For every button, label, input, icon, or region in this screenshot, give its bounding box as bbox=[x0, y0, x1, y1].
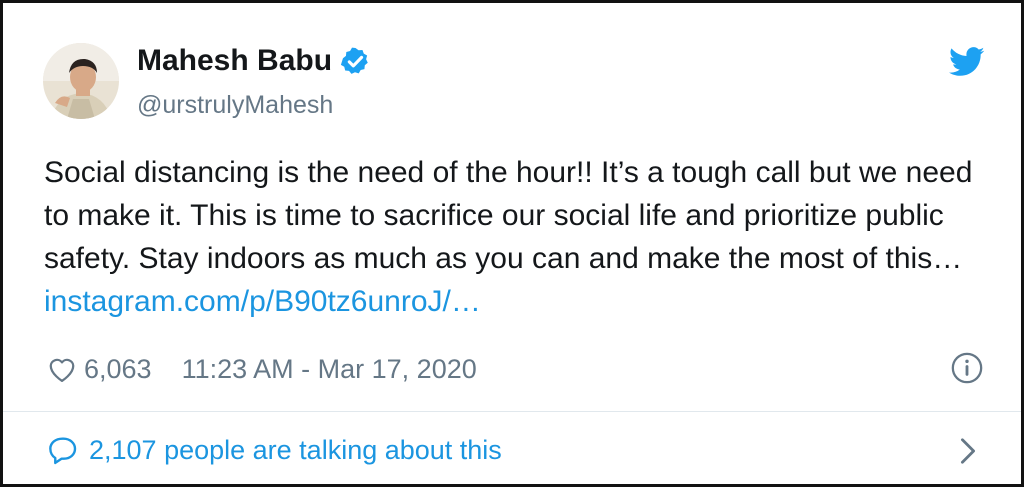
tweet-meta: 6,063 11:23 AM - Mar 17, 2020 bbox=[47, 353, 477, 385]
author-name-row[interactable]: Mahesh Babu bbox=[137, 44, 371, 78]
heart-icon[interactable] bbox=[47, 355, 77, 383]
verified-badge-icon bbox=[340, 46, 371, 77]
tweet-embed-card: Mahesh Babu @urstrulyMahesh Social dista… bbox=[0, 0, 1024, 487]
avatar-photo bbox=[43, 43, 119, 119]
conversation-link[interactable]: 2,107 people are talking about this bbox=[47, 433, 502, 467]
chevron-right-icon[interactable] bbox=[958, 437, 978, 465]
info-icon[interactable] bbox=[950, 351, 984, 385]
tweet-timestamp[interactable]: 11:23 AM - Mar 17, 2020 bbox=[182, 354, 477, 385]
conversation-label[interactable]: 2,107 people are talking about this bbox=[89, 435, 502, 466]
avatar[interactable] bbox=[43, 43, 119, 119]
tweet-body: Social distancing is the need of the hou… bbox=[44, 156, 973, 275]
speech-bubble-icon bbox=[47, 435, 79, 465]
tweet-text: Social distancing is the need of the hou… bbox=[44, 151, 994, 323]
author-handle[interactable]: @urstrulyMahesh bbox=[137, 91, 333, 120]
author-name[interactable]: Mahesh Babu bbox=[137, 44, 332, 78]
divider bbox=[3, 411, 1021, 412]
like-count[interactable]: 6,063 bbox=[84, 354, 152, 385]
tweet-link[interactable]: instagram.com/p/B90tz6unroJ/… bbox=[44, 285, 481, 318]
twitter-bird-icon[interactable] bbox=[949, 47, 985, 77]
